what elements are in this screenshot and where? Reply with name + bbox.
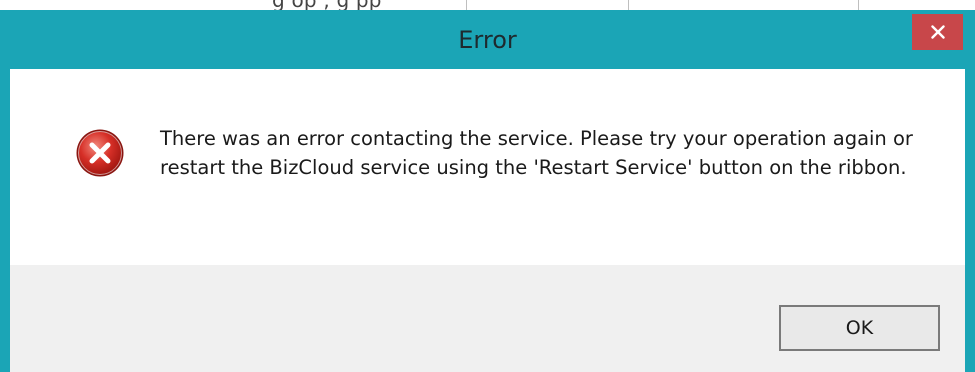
dialog-body: There was an error contacting the servic… (10, 69, 965, 372)
background-divider (466, 0, 467, 10)
message-area: There was an error contacting the servic… (10, 69, 965, 265)
error-icon (76, 129, 124, 177)
dialog-title: Error (458, 26, 517, 54)
close-icon (930, 25, 945, 39)
close-button[interactable] (912, 14, 963, 50)
background-divider (858, 0, 859, 10)
title-bar[interactable]: Error (0, 10, 975, 67)
error-message: There was an error contacting the servic… (160, 127, 913, 179)
button-footer: OK (10, 265, 965, 372)
background-partial-text: g op , g pp (272, 0, 382, 10)
error-dialog: Error There was an error contacting the … (0, 10, 975, 372)
ok-button[interactable]: OK (779, 305, 940, 351)
background-divider (628, 0, 629, 10)
background-app-strip: g op , g pp (0, 0, 975, 10)
